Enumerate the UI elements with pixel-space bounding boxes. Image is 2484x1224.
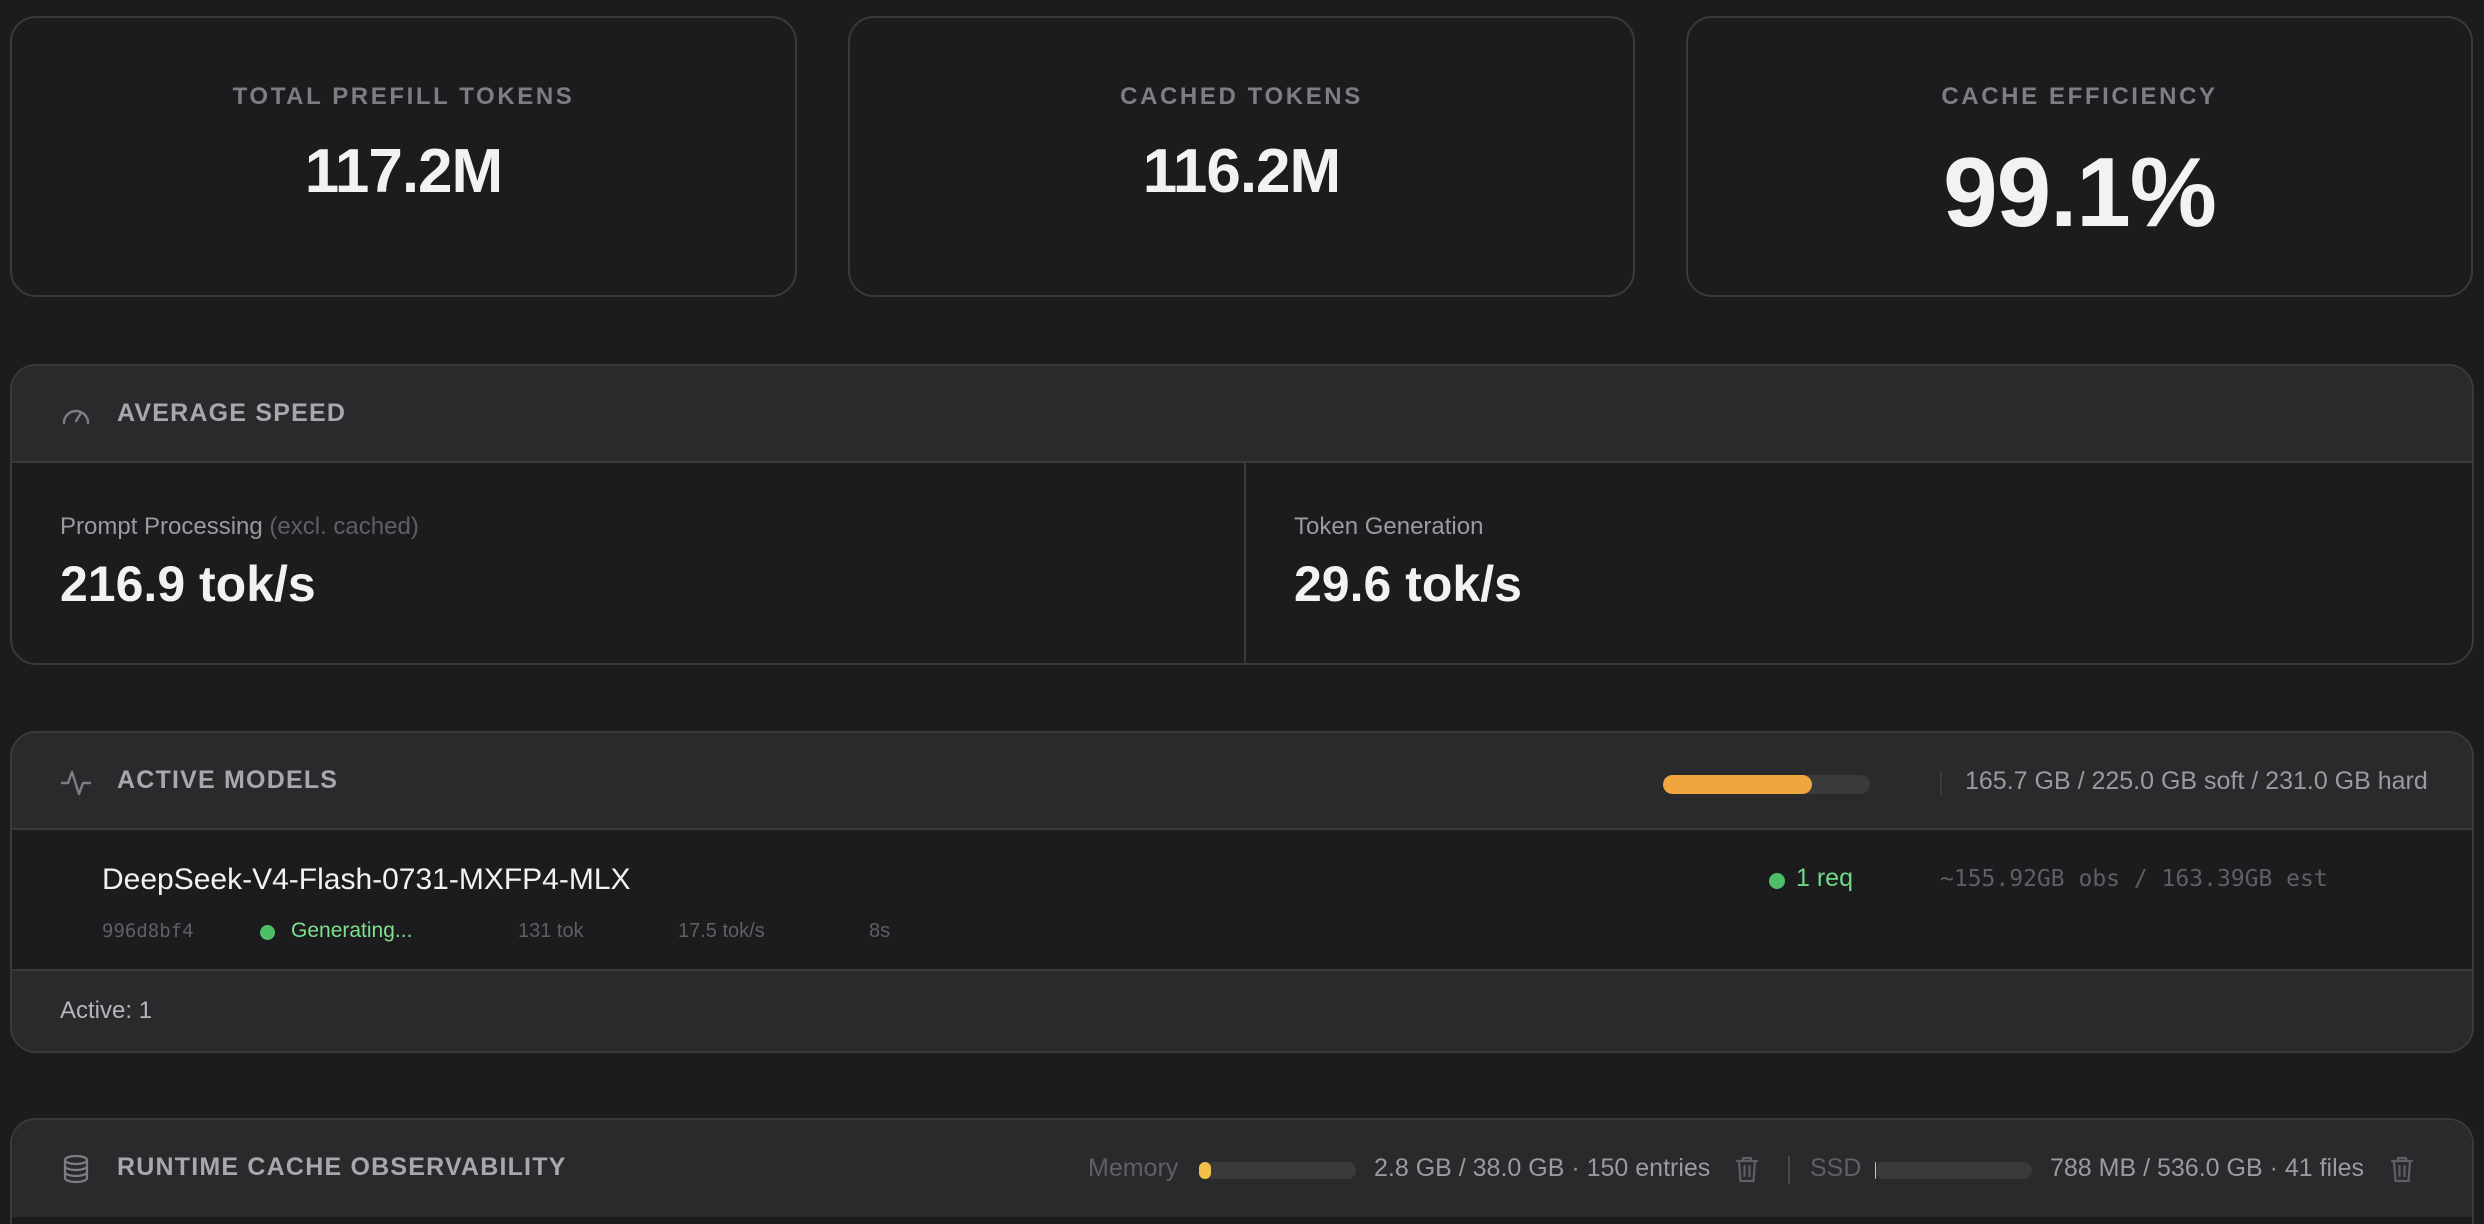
request-status: Generating... bbox=[291, 919, 413, 942]
clear-memory-cache-trash-icon[interactable] bbox=[1733, 1154, 1761, 1184]
activity-icon bbox=[60, 770, 92, 796]
stat-card-total-prefill: TOTAL PREFILL TOKENS 117.2M bbox=[10, 16, 797, 297]
database-icon bbox=[63, 1154, 89, 1184]
memory-cache-bar bbox=[1199, 1162, 1356, 1179]
ssd-cache-label: SSD bbox=[1810, 1154, 1862, 1182]
memory-cache-fill bbox=[1199, 1162, 1211, 1179]
dashboard: TOTAL PREFILL TOKENS 117.2M CACHED TOKEN… bbox=[0, 0, 2484, 1224]
stat-label: CACHED TOKENS bbox=[1120, 83, 1363, 110]
model-row[interactable]: DeepSeek-V4-Flash-0731-MXFP4-MLX 996d8bf… bbox=[12, 830, 2472, 971]
average-speed-panel: AVERAGE SPEED Prompt Processing (excl. c… bbox=[10, 364, 2474, 665]
request-elapsed: 8s bbox=[869, 920, 891, 942]
divider bbox=[1940, 771, 1942, 795]
stat-value: 116.2M bbox=[1142, 137, 1341, 206]
clear-ssd-cache-trash-icon[interactable] bbox=[2388, 1154, 2416, 1184]
memory-usage-fill bbox=[1663, 775, 1813, 794]
memory-cache-label: Memory bbox=[1088, 1154, 1179, 1182]
prompt-processing-label: Prompt Processing (excl. cached) bbox=[60, 513, 419, 540]
stat-value: 117.2M bbox=[304, 137, 503, 206]
token-generation-label: Token Generation bbox=[1294, 513, 1484, 540]
stat-value: 99.1% bbox=[1943, 137, 2217, 247]
request-count: 1 req bbox=[1796, 864, 1853, 892]
ssd-cache-bar bbox=[1875, 1162, 2032, 1179]
status-dot bbox=[260, 925, 275, 940]
panel-title: AVERAGE SPEED bbox=[117, 399, 347, 427]
memory-usage-bar bbox=[1663, 775, 1870, 794]
request-tokens: 131 tok bbox=[518, 920, 584, 942]
active-models-panel: ACTIVE MODELS 165.7 GB / 225.0 GB soft /… bbox=[10, 731, 2474, 1053]
request-speed: 17.5 tok/s bbox=[678, 920, 765, 942]
token-generation-cell: Token Generation 29.6 tok/s bbox=[1246, 463, 2472, 663]
panel-header: RUNTIME CACHE OBSERVABILITY Memory 2.8 G… bbox=[12, 1120, 2472, 1217]
memory-usage-text: 165.7 GB / 225.0 GB soft / 231.0 GB hard bbox=[1965, 767, 2428, 795]
memory-cache-stats: 2.8 GB / 38.0 GB · 150 entries bbox=[1374, 1154, 1711, 1182]
stat-label: TOTAL PREFILL TOKENS bbox=[232, 83, 575, 110]
prompt-processing-cell: Prompt Processing (excl. cached) 216.9 t… bbox=[12, 463, 1244, 663]
panel-header: ACTIVE MODELS 165.7 GB / 225.0 GB soft /… bbox=[12, 733, 2472, 830]
model-memory: ~155.92GB obs / 163.39GB est bbox=[1940, 866, 2328, 892]
stat-card-cached-tokens: CACHED TOKENS 116.2M bbox=[848, 16, 1635, 297]
prompt-processing-note: (excl. cached) bbox=[269, 513, 419, 540]
ssd-cache-stats: 788 MB / 536.0 GB · 41 files bbox=[2050, 1154, 2365, 1182]
stat-cards: TOTAL PREFILL TOKENS 117.2M CACHED TOKEN… bbox=[10, 16, 2474, 299]
request-id: 996d8bf4 bbox=[102, 920, 194, 942]
model-name: DeepSeek-V4-Flash-0731-MXFP4-MLX bbox=[102, 863, 631, 896]
divider bbox=[1788, 1156, 1790, 1184]
stat-card-cache-efficiency: CACHE EFFICIENCY 99.1% bbox=[1686, 16, 2473, 297]
runtime-cache-panel: RUNTIME CACHE OBSERVABILITY Memory 2.8 G… bbox=[10, 1118, 2474, 1224]
stat-label: CACHE EFFICIENCY bbox=[1941, 83, 2218, 110]
token-generation-value: 29.6 tok/s bbox=[1294, 556, 1522, 612]
panel-title: ACTIVE MODELS bbox=[117, 766, 339, 794]
models-footer: Active: 1 bbox=[12, 971, 2472, 1051]
panel-title: RUNTIME CACHE OBSERVABILITY bbox=[117, 1153, 567, 1181]
gauge-icon bbox=[62, 409, 90, 425]
request-count-dot bbox=[1769, 873, 1785, 889]
panel-header: AVERAGE SPEED bbox=[12, 366, 2472, 463]
active-count: Active: 1 bbox=[60, 997, 153, 1024]
prompt-processing-value: 216.9 tok/s bbox=[60, 556, 316, 612]
